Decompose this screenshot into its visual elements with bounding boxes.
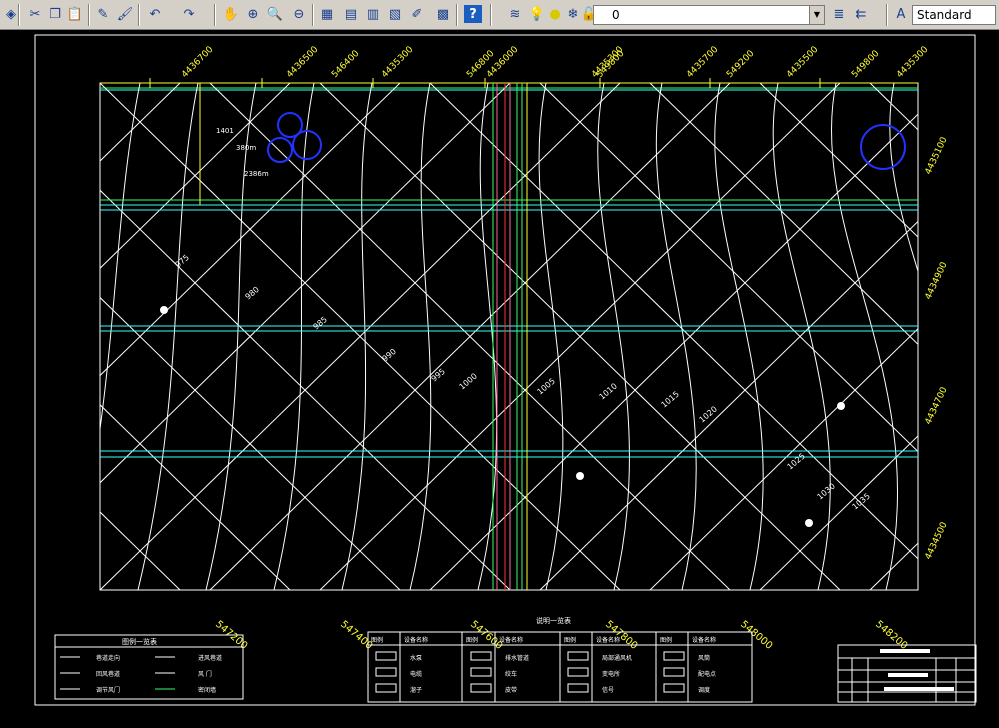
text-style-icon[interactable]: A	[892, 5, 910, 23]
pan-icon[interactable]: ✋	[222, 5, 240, 23]
text-style-combo[interactable]: Standard	[912, 5, 996, 25]
calculator-icon[interactable]: ▩	[434, 5, 452, 23]
legend-mid-label: 绞车	[505, 670, 517, 678]
legend-mid-header: 图例	[371, 636, 383, 644]
legend-mid-label: 电缆	[410, 670, 422, 678]
legend-mid-label: 溜子	[410, 686, 422, 694]
legend-mid-header: 设备名称	[499, 636, 523, 644]
legend-left-label: 风 门	[198, 670, 212, 678]
bulb-icon[interactable]: 💡	[528, 5, 546, 23]
toolbar: ◈✂❐📋✎🖌↶↷✋⊕🔍⊖▦▤▥▧✐▩?≋💡●❄🔓■≣⇇A 0 ▼ Standar…	[0, 0, 999, 30]
note-label: 1401	[216, 127, 234, 135]
legend-mid-label: 水泵	[410, 654, 422, 662]
legend-left-title: 图例一览表	[122, 637, 157, 646]
zoom-previous-icon[interactable]: ⊖	[290, 5, 308, 23]
undo-icon[interactable]: ↶	[146, 5, 164, 23]
toolbar-separator	[490, 4, 492, 26]
markup-icon[interactable]: ✐	[408, 5, 426, 23]
design-center-icon[interactable]: ▤	[342, 5, 360, 23]
sun-icon[interactable]: ●	[546, 5, 564, 23]
legend-mid-label: 局部通风机	[602, 654, 632, 662]
brush-icon[interactable]: ✎	[94, 5, 112, 23]
zoom-window-icon[interactable]: 🔍	[266, 5, 284, 23]
legend-mid-label: 配电点	[698, 670, 716, 678]
paste-icon[interactable]: 📋	[66, 5, 84, 23]
legend-mid-label: 变电所	[602, 670, 620, 678]
copy-icon[interactable]: ❐	[46, 5, 64, 23]
legend-mid-header: 设备名称	[404, 636, 428, 644]
help-icon[interactable]: ?	[464, 5, 482, 23]
zoom-realtime-icon[interactable]: ⊕	[244, 5, 262, 23]
match-properties-icon[interactable]: 🖌	[116, 5, 134, 23]
chevron-down-icon[interactable]: ▼	[809, 6, 824, 24]
toolbar-separator	[88, 4, 90, 26]
legend-left-label: 进风巷道	[198, 654, 222, 662]
note-label: 2386m	[244, 170, 269, 178]
borehole-point	[837, 402, 845, 410]
toolbar-separator	[214, 4, 216, 26]
legend-left-label: 调节风门	[96, 686, 120, 694]
drawing-canvas[interactable]: 4436700 4436500 546400 4435300 5468004436000…	[0, 30, 999, 728]
title-bar	[888, 673, 928, 677]
legend-mid-header: 图例	[660, 636, 672, 644]
toolbar-separator	[886, 4, 888, 26]
borehole-point	[576, 472, 584, 480]
toolbar-separator	[456, 4, 458, 26]
tool-palettes-icon[interactable]: ▥	[364, 5, 382, 23]
redo-icon[interactable]: ↷	[180, 5, 198, 23]
layer-previous-icon[interactable]: ⇇	[852, 5, 870, 23]
legend-mid-label: 信号	[602, 686, 614, 694]
drawing-subtitle: 说明一览表	[536, 616, 571, 625]
properties-icon[interactable]: ▦	[318, 5, 336, 23]
layer-combo[interactable]: 0 ▼	[593, 5, 825, 25]
layer-value: 0	[612, 8, 620, 22]
legend-mid-header: 图例	[564, 636, 576, 644]
legend-mid-label: 皮带	[505, 686, 517, 694]
toolbar-separator	[18, 4, 20, 26]
layer-manager-icon[interactable]: ≋	[506, 5, 524, 23]
borehole-point	[160, 306, 168, 314]
legend-mid-header: 图例	[466, 636, 478, 644]
legend-left-label: 回风巷道	[96, 670, 120, 678]
legend-left-label: 密闭墙	[198, 686, 216, 694]
toolbar-separator	[312, 4, 314, 26]
toolbar-separator	[138, 4, 140, 26]
layer-states-icon[interactable]: ≣	[830, 5, 848, 23]
legend-mid-label: 排水管道	[505, 654, 529, 662]
title-bar	[880, 649, 930, 653]
sheet-set-icon[interactable]: ▧	[386, 5, 404, 23]
note-label: 380m	[236, 144, 256, 152]
title-bar	[884, 687, 954, 691]
legend-mid-header: 设备名称	[596, 636, 620, 644]
text-style-value: Standard	[917, 8, 972, 22]
legend-mid-label: 调度	[698, 686, 710, 694]
borehole-point	[805, 519, 813, 527]
cut-icon[interactable]: ✂	[26, 5, 44, 23]
legend-mid-header: 设备名称	[692, 636, 716, 644]
legend-left-label: 巷道走向	[96, 654, 120, 662]
legend-mid-label: 风筒	[698, 654, 710, 662]
